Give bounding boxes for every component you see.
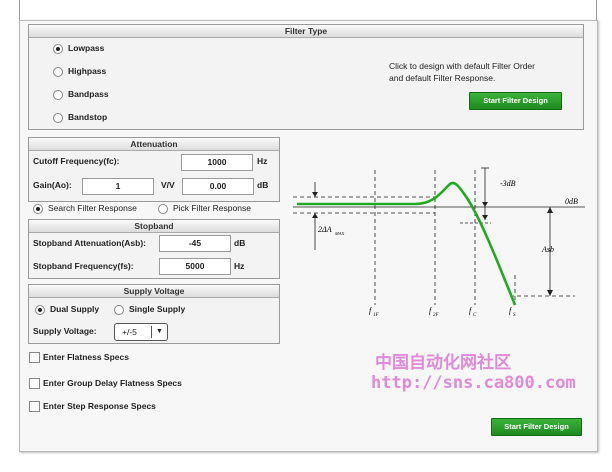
watermark-line1: 中国自动化网社区	[375, 353, 511, 372]
label-2da-sub: MAX	[334, 231, 344, 236]
stopband-attenuation-unit: dB	[234, 238, 246, 248]
cutoff-frequency-label: Cutoff Frequency(fc):	[33, 156, 120, 166]
radio-bandpass[interactable]	[53, 90, 63, 100]
filter-type-title: Filter Type	[29, 25, 583, 38]
label-fs-sub: S	[513, 313, 516, 318]
stopband-frequency-unit: Hz	[234, 261, 245, 271]
supply-voltage-select[interactable]: +/-5 ▼	[114, 323, 168, 341]
gain-label: Gain(Ao):	[33, 180, 72, 190]
label-highpass: Highpass	[68, 66, 107, 76]
cutoff-frequency-input[interactable]: 1000	[181, 154, 253, 171]
ripple-arrow-head-top	[312, 192, 318, 197]
radio-highpass[interactable]	[53, 67, 63, 77]
checkbox-step-response-specs[interactable]	[29, 401, 40, 412]
label-flatness-specs: Enter Flatness Specs	[43, 352, 129, 362]
supply-voltage-value: +/-5	[122, 327, 137, 337]
cutoff-unit: Hz	[257, 156, 268, 166]
label-f1f-sub: 1F	[373, 313, 380, 318]
label-lowpass: Lowpass	[68, 43, 105, 53]
radio-bandstop[interactable]	[53, 113, 63, 123]
minus3db-arrow-head-top	[482, 202, 488, 207]
label-dual-supply: Dual Supply	[50, 304, 100, 314]
label-group-delay-specs: Enter Group Delay Flatness Specs	[43, 378, 182, 388]
checkbox-flatness-specs[interactable]	[29, 352, 40, 363]
checkbox-group-delay-specs[interactable]	[29, 378, 40, 389]
hint-text-line2: and default Filter Response.	[389, 73, 496, 83]
start-filter-design-button-top[interactable]: Start Filter Design	[469, 92, 562, 110]
window-edge-left	[19, 0, 20, 20]
radio-single-supply[interactable]	[114, 305, 124, 315]
minus3db-arrow-head-bottom	[482, 215, 488, 220]
select-divider	[151, 326, 152, 338]
label-asb: Asb	[541, 245, 554, 254]
response-curve	[297, 181, 517, 306]
hint-text-line1: Click to design with default Filter Orde…	[389, 61, 535, 71]
label-f2f-sub: 2F	[433, 313, 440, 318]
start-filter-design-button-bottom[interactable]: Start Filter Design	[491, 418, 582, 436]
window-edge-right	[596, 0, 597, 20]
radio-search-filter-response[interactable]	[33, 204, 43, 214]
radio-dual-supply[interactable]	[35, 305, 45, 315]
label-step-response-specs: Enter Step Response Specs	[43, 401, 156, 411]
chevron-down-icon: ▼	[156, 328, 163, 335]
label-bandpass: Bandpass	[68, 89, 109, 99]
stopband-frequency-label: Stopband Frequency(fs):	[33, 261, 134, 271]
gain-unit: V/V	[161, 180, 175, 190]
gain-input[interactable]: 1	[82, 178, 154, 195]
asb-arrow-head-top	[547, 207, 553, 213]
label-single-supply: Single Supply	[129, 304, 186, 314]
watermark-line2: http://sns.ca800.com	[371, 373, 576, 393]
label-minus3db: -3dB	[500, 179, 516, 188]
filter-type-group: Filter Type	[28, 24, 584, 130]
label-search-filter-response: Search Filter Response	[48, 203, 137, 213]
supply-voltage-title: Supply Voltage	[29, 285, 279, 298]
stopband-title: Stopband	[29, 220, 279, 233]
gain-db-input[interactable]: 0.00	[182, 178, 254, 195]
stopband-attenuation-label: Stopband Attenuation(Asb):	[33, 238, 146, 248]
radio-lowpass[interactable]	[53, 44, 63, 54]
filter-response-diagram: -3dB 0dB 2ΔA MAX Asb f 1F f 2F f C f S	[293, 167, 585, 318]
attenuation-title: Attenuation	[29, 138, 279, 151]
asb-arrow-head-bottom	[547, 290, 553, 296]
supply-voltage-label: Supply Voltage:	[33, 326, 97, 336]
ripple-arrow-head-bottom	[312, 213, 318, 218]
stopband-attenuation-input[interactable]: -45	[159, 235, 231, 252]
stopband-frequency-input[interactable]: 5000	[159, 258, 231, 275]
label-fc-sub: C	[473, 313, 477, 318]
label-0db: 0dB	[565, 197, 578, 206]
label-2da: 2ΔA	[318, 225, 332, 234]
label-pick-filter-response: Pick Filter Response	[173, 203, 251, 213]
gain-db-unit: dB	[257, 180, 269, 190]
radio-pick-filter-response[interactable]	[158, 204, 168, 214]
label-bandstop: Bandstop	[68, 112, 108, 122]
